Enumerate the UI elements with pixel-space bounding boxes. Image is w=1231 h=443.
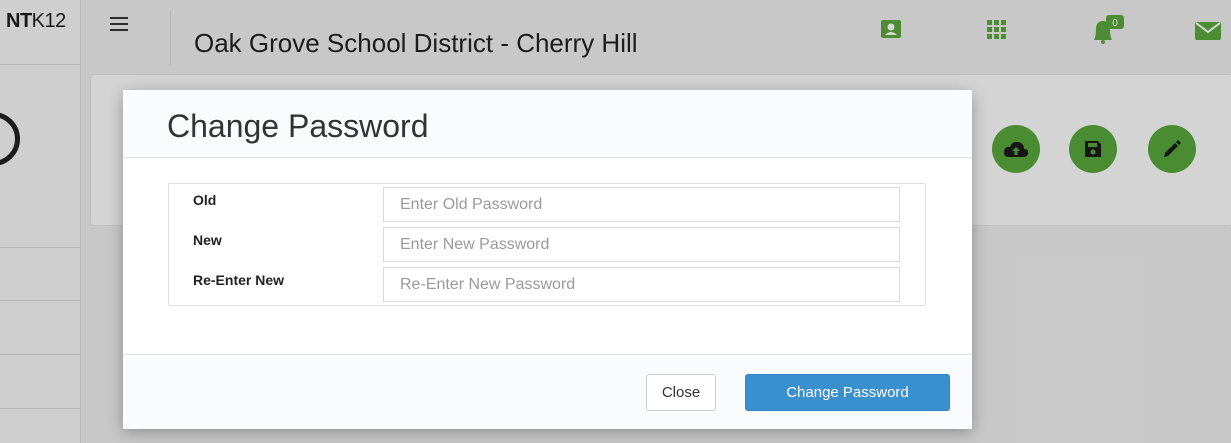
reenter-password-label: Re-Enter New (193, 272, 285, 288)
reenter-password-field[interactable] (383, 267, 900, 302)
old-password-label: Old (193, 192, 217, 208)
old-password-field[interactable] (383, 187, 900, 222)
change-password-button[interactable]: Change Password (745, 374, 950, 411)
modal-header: Change Password (123, 90, 972, 158)
new-password-label: New (193, 232, 222, 248)
modal-title: Change Password (167, 108, 429, 144)
modal-footer: Close Change Password (123, 354, 972, 429)
new-password-field[interactable] (383, 227, 900, 262)
close-button[interactable]: Close (646, 374, 716, 411)
change-password-dialog: Change Password Old New Re-Enter New Clo… (123, 90, 972, 429)
password-form: Old New Re-Enter New (168, 183, 926, 306)
